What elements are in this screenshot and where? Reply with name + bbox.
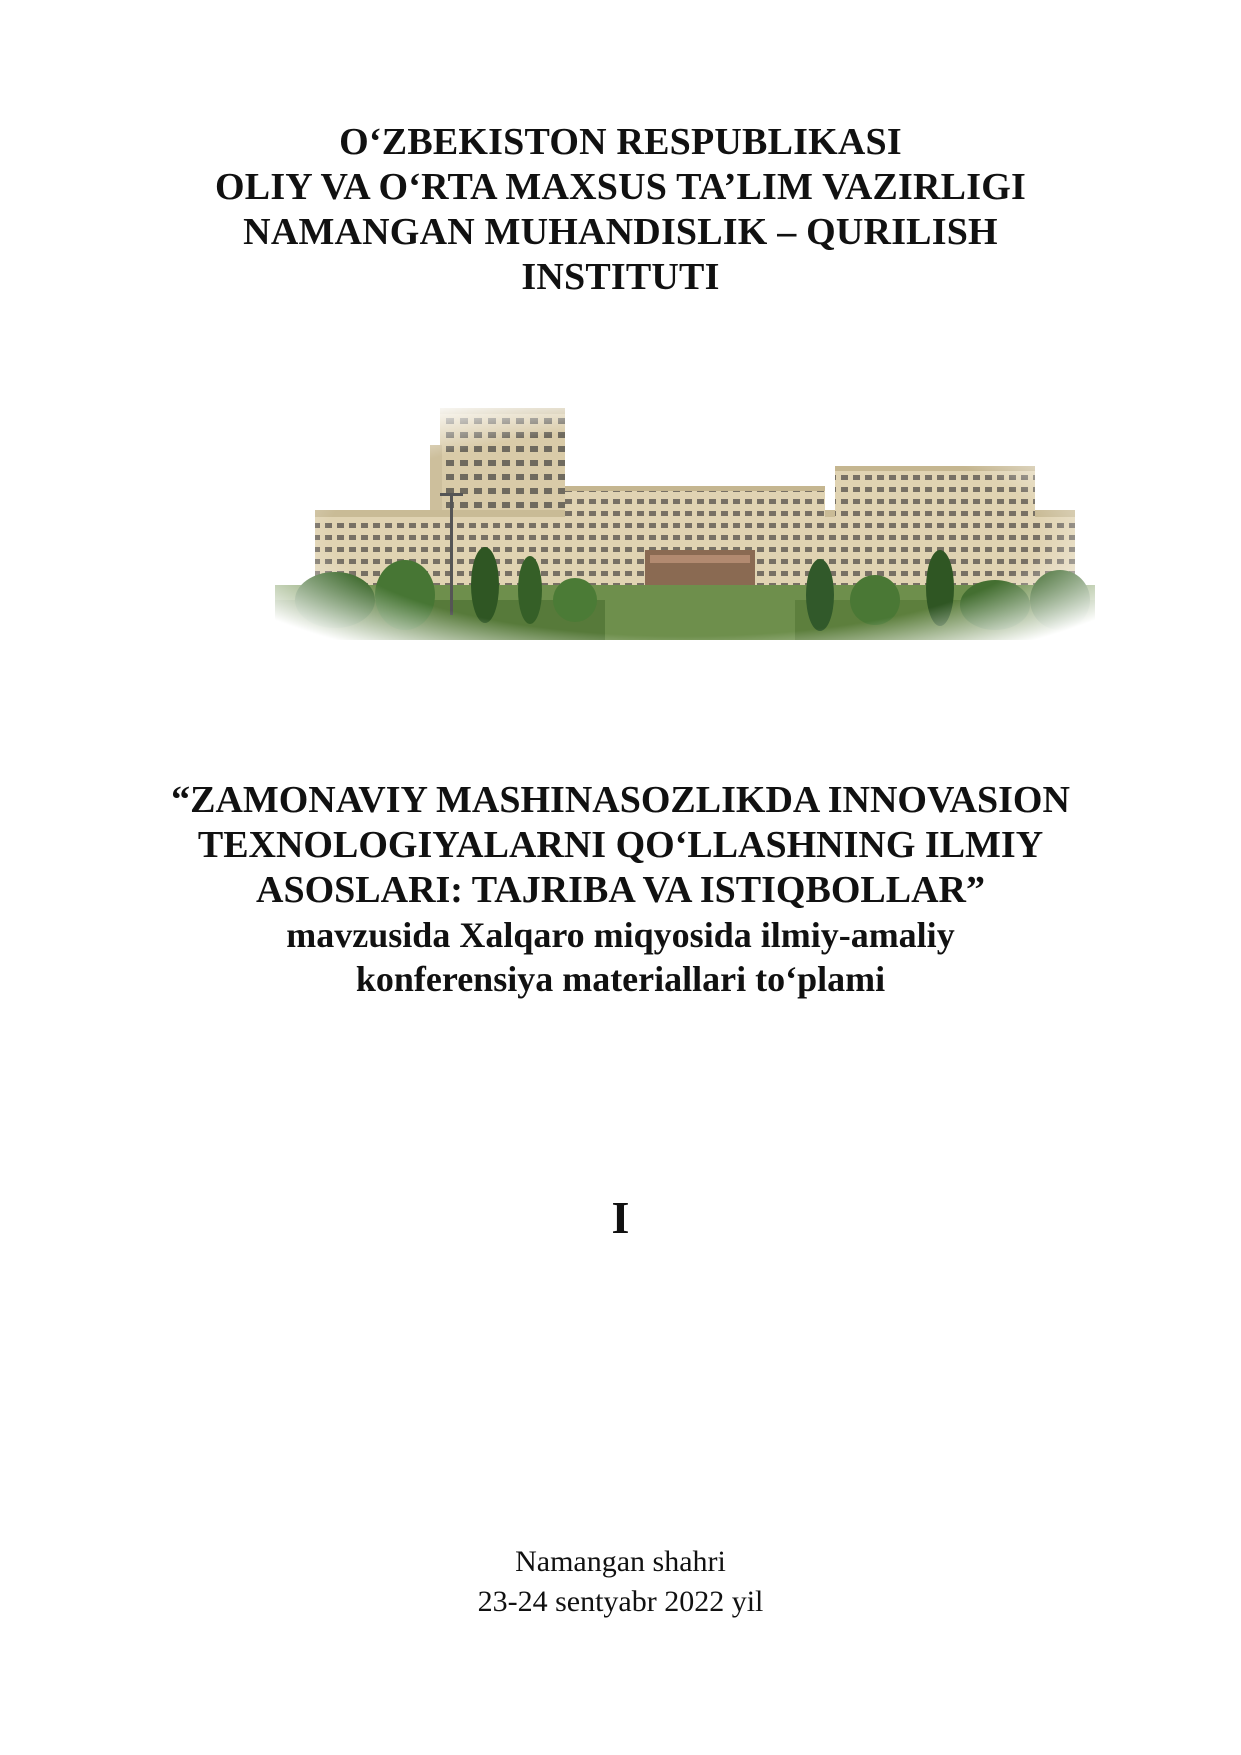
title-line-2: TEXNOLOGIYALARNI QO‘LLASHNING ILMIY	[197, 824, 1044, 866]
footer-city: Namangan shahri	[515, 1545, 726, 1578]
header-line-institute: NAMANGAN MUHANDISLIK – QURILISH	[243, 211, 998, 253]
institute-building-photo	[275, 400, 1095, 640]
volume-number: I	[611, 1192, 630, 1243]
header-line-ministry: OLIY VA O‘RTA MAXSUS TA’LIM VAZIRLIGI	[215, 166, 1026, 208]
subtitle-line-2: konferensiya materiallari to‘plami	[355, 959, 886, 999]
document-page: O‘ZBEKISTON RESPUBLIKASI OLIY VA O‘RTA M…	[0, 0, 1241, 1755]
header-line-country: O‘ZBEKISTON RESPUBLIKASI	[339, 121, 902, 163]
footer-date: 23-24 sentyabr 2022 yil	[477, 1585, 764, 1618]
conference-title: “ZAMONAVIY MASHINASOZLIKDA INNOVASION TE…	[0, 778, 1241, 1001]
institution-header: O‘ZBEKISTON RESPUBLIKASI OLIY VA O‘RTA M…	[0, 120, 1241, 300]
title-line-3: ASOSLARI: TAJRIBA VA ISTIQBOLLAR”	[256, 869, 985, 911]
title-line-1: “ZAMONAVIY MASHINASOZLIKDA INNOVASION	[171, 779, 1070, 821]
header-line-institute-suffix: INSTITUTI	[521, 256, 720, 298]
publication-footer: Namangan shahri 23-24 sentyabr 2022 yil	[0, 1542, 1241, 1622]
subtitle-line-1: mavzusida Xalqaro miqyosida ilmiy-amaliy	[286, 915, 955, 955]
